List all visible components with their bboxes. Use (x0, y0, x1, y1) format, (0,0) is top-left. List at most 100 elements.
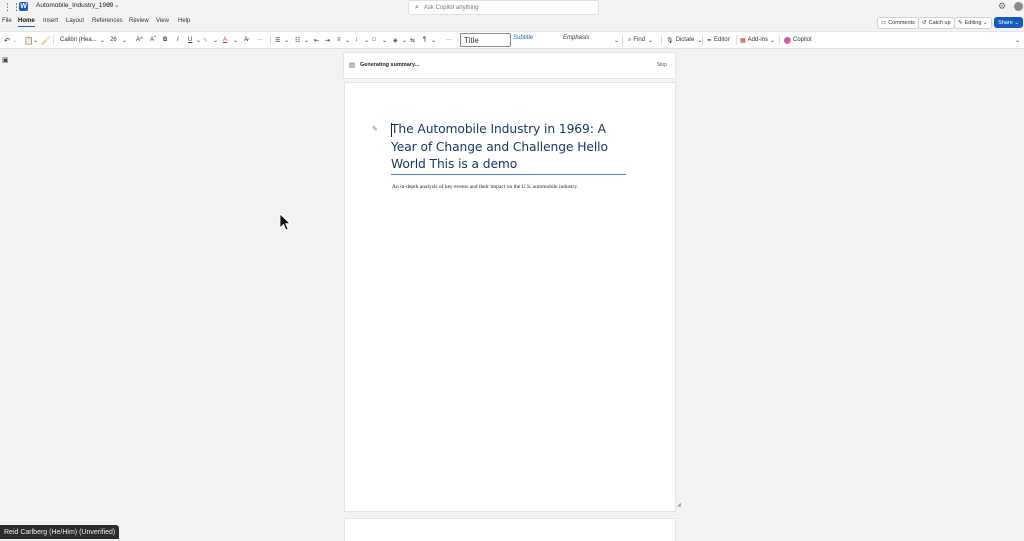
pencil-icon: ✎ (958, 20, 963, 26)
increase-indent-icon[interactable]: ⇥ (325, 34, 330, 46)
underline-dropdown-icon[interactable]: ⌄ (196, 34, 201, 46)
add-ins-dropdown-icon: ⌄ (770, 37, 776, 44)
more-paragraph-icon[interactable]: ··· (446, 34, 452, 46)
presenter-name-tag: Reid Carlberg (He/Him) (Unverified) (0, 525, 120, 539)
bold-icon[interactable]: B (163, 34, 167, 46)
dictate-button[interactable]: 🎙 Dictate ⌄ (666, 34, 702, 46)
tab-file[interactable]: File (2, 18, 12, 24)
bullets-dropdown-icon[interactable]: ⌄ (284, 34, 289, 46)
highlight-icon[interactable]: ✎ (203, 34, 208, 46)
microphone-icon: 🎙 (666, 37, 674, 44)
copilot-icon (784, 36, 791, 44)
summary-status-text: Generating summary... (360, 62, 420, 68)
align-icon[interactable]: ≡ (337, 34, 341, 46)
grow-font-icon[interactable]: A^ (136, 34, 143, 46)
numbering-icon[interactable]: ☷ (295, 34, 300, 46)
catch-up-label: Catch up (928, 20, 951, 26)
paragraph-dropdown-icon[interactable]: ⌄ (431, 34, 436, 46)
italic-icon[interactable]: I (177, 34, 179, 46)
copilot-label: Copilot (793, 37, 812, 43)
editing-label: Editing ⌄ (964, 20, 988, 26)
resize-grip-icon[interactable]: ◢ (677, 502, 681, 508)
borders-dropdown-icon[interactable]: ⌄ (382, 34, 387, 46)
document-title[interactable]: The Automobile Industry in 1969: A Year … (391, 121, 631, 174)
font-color-dropdown-icon[interactable]: ⌄ (233, 34, 238, 46)
highlight-dropdown-icon[interactable]: ⌄ (213, 34, 218, 46)
add-ins-grid-icon: ▦ (740, 37, 746, 44)
numbering-dropdown-icon[interactable]: ⌄ (304, 34, 309, 46)
divider (622, 35, 623, 45)
save-status-icon[interactable]: ⟳ ⌄ (106, 1, 120, 9)
next-document-page[interactable] (344, 518, 676, 541)
editor-label: Editor (714, 37, 730, 43)
find-dropdown-icon: ⌄ (648, 37, 654, 44)
tab-layout[interactable]: Layout (66, 18, 84, 24)
share-button[interactable]: Share ⌄ (994, 17, 1023, 28)
borders-icon[interactable]: □ (372, 34, 376, 46)
ribbon-toolbar: ↶ ⌄ 📋 ⌄ 🖌 Calibri (Hea... ⌄ 26 ⌄ A^ Aˇ B… (0, 31, 1024, 49)
divider (270, 35, 271, 45)
avatar[interactable] (1014, 2, 1023, 11)
font-color-icon[interactable]: A (223, 34, 227, 46)
underline-icon[interactable]: U (188, 34, 192, 46)
editor-button[interactable]: ✒ Editor (707, 34, 730, 46)
catch-up-button[interactable]: ↺ Catch up (918, 17, 955, 29)
paste-dropdown-icon[interactable]: ⌄ (33, 34, 38, 46)
divider (702, 35, 703, 45)
decrease-indent-icon[interactable]: ⇤ (314, 34, 319, 46)
divider (779, 35, 780, 45)
stop-button[interactable]: Stop (657, 62, 667, 68)
tab-references[interactable]: References (92, 18, 123, 24)
title-underline-rule (391, 174, 626, 175)
presenter-name: Reid Carlberg (He/Him) (Unverified) (4, 528, 116, 536)
style-emphasis[interactable]: Emphasis (563, 35, 589, 41)
summary-bar: ▤ Generating summary... Stop (343, 52, 676, 79)
paragraph-mark-icon[interactable]: ¶ (423, 34, 426, 46)
undo-icon[interactable]: ↶ (4, 34, 10, 46)
align-dropdown-icon[interactable]: ⌄ (345, 34, 350, 46)
word-logo-icon[interactable]: W (19, 2, 28, 11)
format-painter-icon[interactable]: 🖌 (41, 34, 51, 46)
share-label: Share ⌄ (998, 19, 1019, 26)
document-name[interactable]: Automobile_Industry_1969 (36, 2, 113, 9)
document-subtitle[interactable]: An in-depth analysis of key events and t… (392, 184, 578, 190)
search-input[interactable]: ⌕ Ask Copilot anything (408, 0, 599, 15)
comments-button[interactable]: ▭ Comments (877, 17, 919, 29)
tab-insert[interactable]: Insert (43, 18, 58, 24)
clear-formatting-icon[interactable]: A̷ (244, 34, 248, 46)
find-icon: ⌕ (628, 36, 632, 43)
line-spacing-dropdown-icon[interactable]: ⌄ (364, 34, 369, 46)
font-name-select[interactable]: Calibri (Hea... (60, 34, 100, 46)
line-spacing-icon[interactable]: ↕ (355, 34, 358, 46)
tab-home[interactable]: Home (18, 18, 35, 27)
app-launcher-icon[interactable]: ⋮⋮ (3, 3, 21, 12)
shading-dropdown-icon[interactable]: ⌄ (402, 34, 407, 46)
font-size-dropdown-icon[interactable]: ⌄ (122, 34, 127, 46)
more-options-icon[interactable]: ··· (257, 34, 263, 46)
editing-mode-button[interactable]: ✎ Editing ⌄ (954, 17, 992, 29)
font-size-select[interactable]: 26 (110, 34, 117, 46)
divider (661, 35, 662, 45)
shading-icon[interactable]: ◈ (393, 34, 398, 46)
add-ins-label: Add-ins (747, 37, 769, 43)
style-title[interactable]: Title (460, 33, 511, 47)
styles-dropdown-icon[interactable]: ⌄ (614, 34, 619, 46)
tab-view[interactable]: View (156, 18, 169, 24)
copilot-draft-icon[interactable]: ✎ (372, 125, 378, 133)
navigation-pane-icon[interactable]: ▣ (2, 56, 10, 64)
copilot-button[interactable]: Copilot (784, 34, 812, 46)
undo-dropdown-icon[interactable]: ⌄ (12, 34, 17, 46)
add-ins-button[interactable]: ▦ Add-ins ⌄ (740, 34, 775, 46)
find-button[interactable]: ⌕ Find ⌄ (628, 34, 653, 46)
tab-help[interactable]: Help (178, 18, 190, 24)
styles-pane-icon[interactable]: ⇆ (410, 34, 415, 46)
font-name-dropdown-icon[interactable]: ⌄ (100, 34, 105, 46)
ribbon-collapse-icon[interactable]: ⌄ (1015, 34, 1020, 46)
paste-icon[interactable]: 📋 (24, 34, 33, 46)
catch-up-icon: ↺ (922, 20, 927, 26)
tab-review[interactable]: Review (129, 18, 149, 24)
bullets-icon[interactable]: ☰ (275, 34, 280, 46)
settings-gear-icon[interactable]: ⚙ (998, 1, 1006, 12)
shrink-font-icon[interactable]: Aˇ (150, 34, 156, 46)
style-subtitle[interactable]: Subtitle (513, 35, 533, 41)
